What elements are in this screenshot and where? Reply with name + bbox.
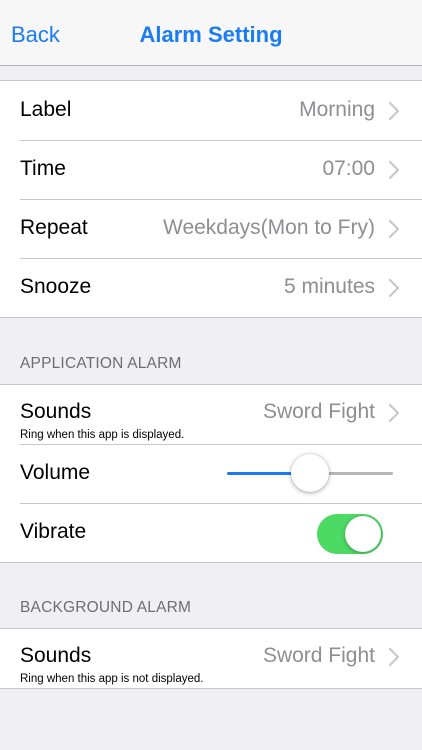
time-row-value: 07:00 xyxy=(322,157,375,180)
application-alarm-header: APPLICATION ALARM xyxy=(20,355,182,372)
app-sounds-value: Sword Fight xyxy=(262,400,375,423)
app-sounds-subtitle: Ring when this app is displayed. xyxy=(20,429,185,441)
volume-slider-thumb[interactable] xyxy=(291,454,329,492)
application-alarm-group: Sounds Sword Fight Ring when this app is… xyxy=(0,384,422,563)
label-row-value: Morning xyxy=(299,98,375,121)
general-settings-group: Label Morning Time 07:00 Repeat Weekdays… xyxy=(0,80,422,318)
snooze-row-value: 5 minutes xyxy=(283,275,375,298)
snooze-row-label: Snooze xyxy=(20,275,92,298)
vibrate-toggle[interactable] xyxy=(317,514,383,554)
navigation-bar: Back Alarm Setting xyxy=(0,0,422,66)
repeat-row-value: Weekdays(Mon to Fry) xyxy=(163,216,375,239)
background-alarm-header: BACKGROUND ALARM xyxy=(20,599,192,616)
chevron-right-icon xyxy=(388,219,400,239)
time-row-label: Time xyxy=(20,157,66,180)
chevron-right-icon xyxy=(388,403,400,423)
volume-row: Volume xyxy=(0,444,422,503)
vibrate-label: Vibrate xyxy=(20,520,87,543)
bg-sounds-value: Sword Fight xyxy=(262,644,375,667)
snooze-row[interactable]: Snooze 5 minutes xyxy=(0,258,422,317)
time-row[interactable]: Time 07:00 xyxy=(0,140,422,199)
app-sounds-row[interactable]: Sounds Sword Fight Ring when this app is… xyxy=(0,385,422,444)
label-row[interactable]: Label Morning xyxy=(0,81,422,140)
background-alarm-group: Sounds Sword Fight Ring when this app is… xyxy=(0,628,422,689)
chevron-right-icon xyxy=(388,647,400,667)
bg-sounds-row[interactable]: Sounds Sword Fight Ring when this app is… xyxy=(0,629,422,688)
label-row-label: Label xyxy=(20,98,72,121)
bg-sounds-label: Sounds xyxy=(20,644,92,667)
vibrate-toggle-knob xyxy=(345,516,381,552)
chevron-right-icon xyxy=(388,278,400,298)
repeat-row[interactable]: Repeat Weekdays(Mon to Fry) xyxy=(0,199,422,258)
app-sounds-label: Sounds xyxy=(20,400,92,423)
chevron-right-icon xyxy=(388,160,400,180)
bg-sounds-subtitle: Ring when this app is not displayed. xyxy=(20,673,204,685)
repeat-row-label: Repeat xyxy=(20,216,88,239)
volume-label: Volume xyxy=(20,461,91,484)
vibrate-row: Vibrate xyxy=(0,503,422,562)
volume-slider[interactable] xyxy=(227,454,393,492)
page-title: Alarm Setting xyxy=(139,22,283,47)
chevron-right-icon xyxy=(388,101,400,121)
